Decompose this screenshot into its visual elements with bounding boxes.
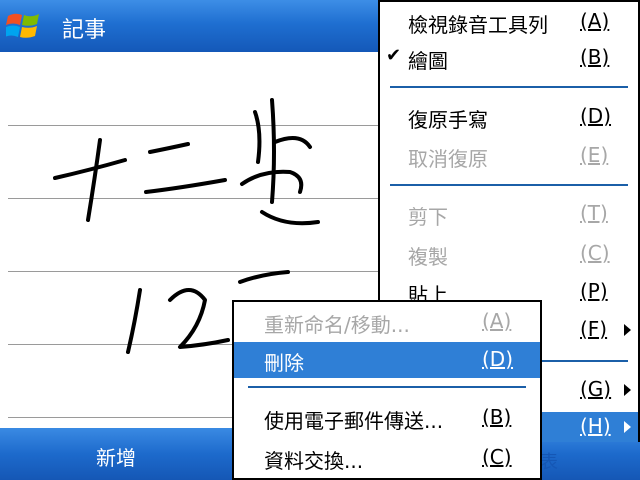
menu-item-accelerator: (G) xyxy=(580,377,612,401)
menu-separator xyxy=(390,184,628,186)
checkmark-icon: ✔ xyxy=(386,45,402,66)
submenu-arrow-icon xyxy=(624,384,631,396)
menu-item-redo: 取消復原 (E) xyxy=(380,138,638,174)
new-softkey-button[interactable]: 新增 xyxy=(96,442,136,471)
menu-item-label: 繪圖 xyxy=(408,49,448,73)
submenu-item-send-email[interactable]: 使用電子郵件傳送... (B) xyxy=(234,400,540,436)
menu-item-accelerator: (C) xyxy=(482,445,512,469)
menu-item-accelerator: (B) xyxy=(482,405,512,429)
menu-softkey-label[interactable]: 表 xyxy=(540,448,558,474)
submenu-item-rename-move: 重新命名/移動... (A) xyxy=(234,304,540,340)
menu-item-view-recording-toolbar[interactable]: 檢視錄音工具列 (A) xyxy=(380,4,638,40)
menu-item-label: 復原手寫 xyxy=(408,108,488,132)
menu-item-accelerator: (P) xyxy=(580,279,608,303)
menu-item-accelerator: (C) xyxy=(580,241,610,265)
menu-separator xyxy=(248,386,526,388)
menu-item-accelerator: (E) xyxy=(580,143,609,167)
menu-item-cut: 剪下 (T) xyxy=(380,196,638,232)
page-title: 記事 xyxy=(62,18,107,43)
menu-item-accelerator: (H) xyxy=(580,414,611,438)
menu-item-undo-handwriting[interactable]: 復原手寫 (D) xyxy=(380,99,638,135)
menu-separator xyxy=(390,86,628,88)
menu-item-accelerator: (D) xyxy=(482,347,514,371)
file-submenu: 重新命名/移動... (A) 刪除 (D) 使用電子郵件傳送... (B) 資料… xyxy=(232,300,542,480)
menu-item-accelerator: (D) xyxy=(580,104,612,128)
submenu-item-delete[interactable]: 刪除 (D) xyxy=(234,342,540,378)
menu-item-label: 檢視錄音工具列 xyxy=(408,13,548,37)
menu-item-label: 刪除 xyxy=(264,351,304,375)
submenu-arrow-icon xyxy=(624,324,631,336)
menu-item-accelerator: (A) xyxy=(482,309,512,333)
menu-item-label: 取消復原 xyxy=(408,147,488,171)
menu-item-accelerator: (B) xyxy=(580,45,610,69)
menu-item-accelerator: (T) xyxy=(580,201,608,225)
menu-item-label: 重新命名/移動... xyxy=(264,313,410,337)
menu-item-drawing[interactable]: ✔ 繪圖 (B) xyxy=(380,40,638,76)
windows-start-icon[interactable] xyxy=(6,10,42,42)
menu-item-copy: 複製 (C) xyxy=(380,236,638,272)
menu-item-accelerator: (F) xyxy=(580,317,608,341)
menu-item-accelerator: (A) xyxy=(580,9,610,33)
menu-item-label: 使用電子郵件傳送... xyxy=(264,409,444,433)
submenu-item-beam[interactable]: 資料交換... (C) xyxy=(234,440,540,476)
menu-item-label: 剪下 xyxy=(408,205,448,229)
menu-item-label: 複製 xyxy=(408,245,448,269)
submenu-arrow-icon xyxy=(624,421,631,433)
menu-item-label: 資料交換... xyxy=(264,449,364,473)
